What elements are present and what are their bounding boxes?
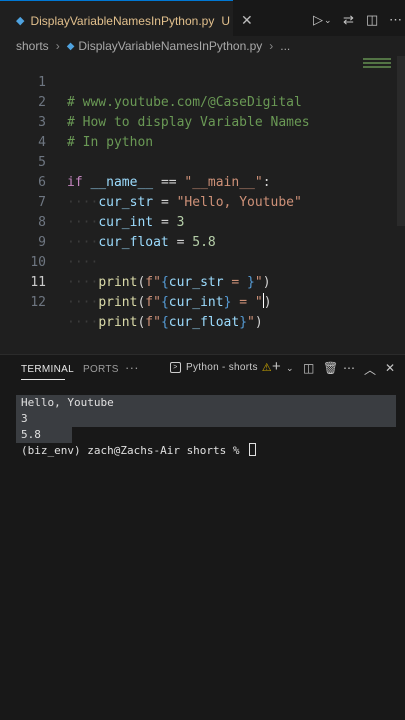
selection-highlight: [16, 411, 396, 427]
add-icon[interactable]: +: [272, 358, 281, 375]
variable: cur_float: [168, 315, 240, 330]
terminal-icon: >: [170, 362, 181, 373]
string: =: [231, 295, 255, 310]
code-line: 3 # In python: [0, 93, 405, 150]
brace: {: [160, 295, 169, 310]
string: ": [247, 315, 255, 330]
breadcrumb-file[interactable]: DisplayVariableNamesInPython.py: [78, 39, 262, 53]
chevron-up-icon[interactable]: ︿: [364, 361, 376, 378]
code-line: 7 ····cur_int = 3: [0, 173, 405, 230]
code-line: 1 # www.youtube.com/@CaseDigital: [0, 53, 405, 110]
terminal-selector[interactable]: > Python - shorts ⚠: [170, 361, 272, 374]
terminal-line: 5.8: [21, 428, 41, 441]
breadcrumb-more[interactable]: ...: [280, 39, 290, 53]
panel-tabs: TERMINAL PORTS ··· > Python - shorts ⚠ +…: [0, 355, 405, 383]
warning-icon: ⚠: [261, 362, 272, 374]
active-tab-indicator: [21, 379, 65, 380]
tab-ports[interactable]: PORTS: [83, 364, 119, 375]
split-editor-icon[interactable]: ◫: [366, 12, 378, 28]
terminal-output[interactable]: Hello, Youtube 3 5.8 (biz_env) zach@Zach…: [0, 395, 405, 720]
python-file-icon: ◆: [66, 40, 75, 52]
code-line: 12 ····print(f"{cur_float}"): [0, 273, 405, 330]
code-line: 10 ····print(f"{cur_str = }"): [0, 233, 405, 290]
line-number: 12: [30, 295, 46, 310]
more-tabs-icon[interactable]: ···: [125, 360, 139, 375]
code-line: 2 # How to display Variable Names: [0, 73, 405, 130]
terminal-line: 3: [21, 412, 28, 425]
string: ": [254, 295, 263, 310]
function: print: [98, 295, 138, 310]
close-tab-icon[interactable]: ✕: [241, 12, 253, 29]
breadcrumb-folder[interactable]: shorts: [16, 39, 49, 53]
run-icon[interactable]: ▷: [313, 12, 323, 28]
indent-guide: ····: [67, 295, 99, 310]
tab-modified-indicator: U: [221, 13, 231, 28]
function: print: [98, 315, 138, 330]
split-icon[interactable]: ◫: [303, 361, 315, 375]
code-line: 6 ····cur_str = "Hello, Youtube": [0, 153, 405, 210]
run-dropdown-icon[interactable]: ⌄: [324, 12, 332, 28]
terminal-cursor: [249, 443, 257, 456]
code-line: 9 ····: [0, 213, 405, 270]
compare-changes-icon[interactable]: ⇄: [343, 12, 354, 28]
code-line-current: 11 ····print(f"{cur_int} = "): [0, 253, 405, 310]
terminal-name: Python - shorts: [186, 362, 258, 373]
variable: cur_int: [168, 295, 224, 310]
terminal-line: Hello, Youtube: [21, 396, 114, 409]
brace: {: [160, 315, 169, 330]
tab-terminal[interactable]: TERMINAL: [21, 364, 74, 375]
code-line: 5 if __name__ == "__main__":: [0, 133, 405, 190]
brace: }: [239, 315, 248, 330]
bottom-panel: TERMINAL PORTS ··· > Python - shorts ⚠ +…: [0, 354, 405, 720]
trash-icon[interactable]: 🗑: [323, 361, 339, 375]
code-editor[interactable]: 1 # www.youtube.com/@CaseDigital 2 # How…: [0, 56, 405, 354]
indent-guide: ····: [67, 315, 99, 330]
more-actions-icon[interactable]: ⋯: [389, 12, 402, 28]
paren: ): [263, 295, 272, 310]
code-line: 8 ····cur_float = 5.8: [0, 193, 405, 250]
prompt-text: (biz_env) zach@Zachs-Air shorts %: [21, 444, 247, 457]
code-line: 4: [0, 113, 405, 150]
python-file-icon: ◆: [16, 15, 25, 27]
chevron-down-icon[interactable]: ⌄: [286, 363, 294, 374]
paren: ): [254, 315, 263, 330]
close-icon[interactable]: ✕: [385, 361, 395, 375]
chevron-right-icon: ›: [269, 39, 274, 53]
tab-active-file[interactable]: ◆ DisplayVariableNamesInPython.py U ✕: [0, 0, 253, 40]
terminal-prompt[interactable]: (biz_env) zach@Zachs-Air shorts %: [21, 443, 257, 459]
string: f": [145, 315, 161, 330]
chevron-right-icon: ›: [55, 39, 60, 53]
string: f": [145, 295, 161, 310]
tab-filename: DisplayVariableNamesInPython.py: [30, 13, 215, 28]
more-icon[interactable]: ⋯: [343, 361, 355, 375]
editor-tab-bar: ◆ DisplayVariableNamesInPython.py U ✕ ▷ …: [0, 0, 405, 40]
